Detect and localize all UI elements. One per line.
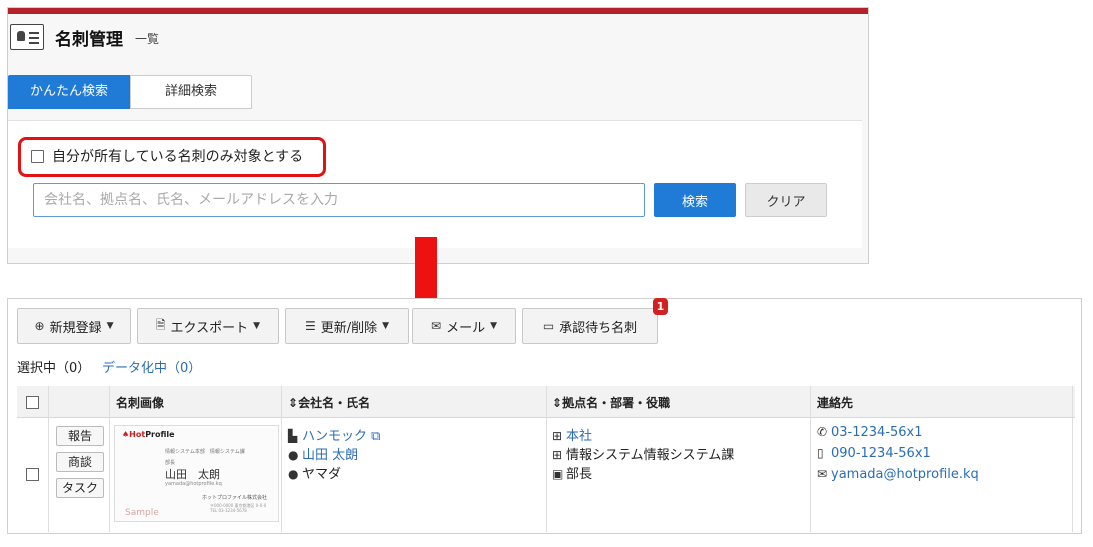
column-divider bbox=[810, 386, 811, 532]
update-delete-label: 更新/削除 bbox=[320, 320, 378, 336]
task-button[interactable]: タスク bbox=[56, 478, 104, 498]
business-card-icon bbox=[10, 24, 44, 50]
search-button[interactable]: 検索 bbox=[654, 183, 736, 217]
position-text: 部長 bbox=[566, 467, 593, 482]
phone-icon: ✆ bbox=[817, 425, 828, 439]
export-label: エクスポート bbox=[170, 320, 249, 336]
reading-text: ヤマダ bbox=[302, 467, 342, 482]
caret-down-icon: ▼ bbox=[382, 321, 390, 331]
card-logo-profile: Profile bbox=[145, 430, 175, 439]
column-divider bbox=[281, 386, 282, 532]
sort-icon: ⇕ bbox=[552, 396, 563, 410]
mail-button[interactable]: ✉ メール ▼ bbox=[412, 308, 516, 344]
report-button[interactable]: 報告 bbox=[56, 426, 104, 446]
business-card-icon: ▭ bbox=[542, 319, 555, 333]
person-name: 山田 太朗 bbox=[302, 448, 359, 463]
email-address: yamada@hotprofile.kq bbox=[831, 467, 979, 482]
phone-link[interactable]: ✆ 03-1234-56x1 bbox=[817, 425, 923, 440]
column-divider bbox=[109, 386, 110, 532]
user-icon: ● bbox=[288, 467, 299, 481]
select-all-checkbox[interactable] bbox=[26, 396, 39, 409]
person-reading: ● ヤマダ bbox=[288, 463, 341, 482]
card-name: 山田 太朗 bbox=[165, 468, 220, 481]
card-logo: ♠HotProfile bbox=[122, 430, 175, 439]
card-company: ホットプロファイル株式会社 bbox=[202, 495, 268, 501]
person-link[interactable]: ● 山田 太朗 bbox=[288, 444, 358, 463]
branch-link[interactable]: ⊞ 本社 bbox=[552, 425, 592, 444]
new-register-label: 新規登録 bbox=[49, 320, 102, 336]
selected-count: 選択中（0） bbox=[17, 361, 91, 376]
owner-only-label[interactable]: 自分が所有している名刺のみ対象とする bbox=[52, 146, 303, 166]
business-card-thumbnail[interactable]: ♠HotProfile 情報システム本部 情報システム課 部長 山田 太朗 ya… bbox=[114, 425, 279, 522]
caret-down-icon: ▼ bbox=[106, 321, 114, 331]
excel-file-icon: 🗎 bbox=[155, 317, 166, 332]
update-delete-button[interactable]: ☰ 更新/削除 ▼ bbox=[285, 308, 409, 344]
card-department: 情報システム本部 情報システム課 bbox=[165, 449, 245, 455]
brand-header-bar bbox=[8, 8, 868, 14]
export-button[interactable]: 🗎 エクスポート ▼ bbox=[137, 308, 279, 344]
column-divider bbox=[48, 386, 49, 532]
envelope-icon: ✉ bbox=[431, 319, 442, 333]
plus-circle-icon: ⊕ bbox=[34, 319, 45, 333]
external-link-icon: ⧉ bbox=[367, 429, 381, 444]
mobile-icon: ▯ bbox=[817, 446, 824, 460]
sample-watermark: Sample bbox=[125, 508, 159, 518]
card-address: 〒000-0000 東京都港区 0-0-0 TEL 03-1234-5678 bbox=[210, 503, 267, 513]
caret-down-icon: ▼ bbox=[253, 321, 261, 331]
new-register-button[interactable]: ⊕ 新規登録 ▼ bbox=[17, 308, 131, 344]
tab-simple-search[interactable]: かんたん検索 bbox=[8, 75, 130, 109]
pending-cards-label: 承認待ち名刺 bbox=[559, 320, 638, 336]
header-contact: 連絡先 bbox=[817, 396, 854, 410]
header-branch-label: 拠点名・部署・役職 bbox=[562, 396, 671, 410]
sort-icon: ⇕ bbox=[288, 396, 299, 410]
mobile-link[interactable]: ▯ 090-1234-56x1 bbox=[817, 446, 931, 461]
pending-cards-button[interactable]: ▭ 承認待ち名刺 bbox=[522, 308, 658, 344]
column-divider bbox=[1072, 386, 1073, 532]
header-card-image: 名刺画像 bbox=[116, 396, 165, 410]
list-icon: ☰ bbox=[304, 319, 316, 333]
phone-number: 03-1234-56x1 bbox=[831, 425, 923, 440]
row-checkbox[interactable] bbox=[26, 468, 39, 481]
email-link[interactable]: ✉ yamada@hotprofile.kq bbox=[817, 467, 979, 482]
branch-name: 本社 bbox=[566, 429, 593, 444]
column-divider bbox=[546, 386, 547, 532]
department-text: 情報システム情報システム課 bbox=[566, 448, 735, 463]
card-title: 部長 bbox=[165, 460, 176, 466]
id-card-icon: ▣ bbox=[552, 467, 564, 481]
mail-label: メール bbox=[446, 320, 486, 336]
card-email: yamada@hotprofile.kq bbox=[165, 481, 222, 487]
header-branch-sort[interactable]: ⇕拠点名・部署・役職 bbox=[552, 394, 670, 411]
card-logo-hot: Hot bbox=[129, 430, 146, 439]
pending-count-badge: 1 bbox=[653, 298, 668, 315]
position: ▣ 部長 bbox=[552, 463, 592, 482]
search-input[interactable] bbox=[33, 183, 645, 217]
digitizing-count-link[interactable]: データ化中（0） bbox=[102, 357, 201, 376]
owner-only-checkbox[interactable] bbox=[31, 150, 44, 163]
company-name: ハンモック bbox=[302, 429, 368, 444]
caret-down-icon: ▼ bbox=[490, 321, 497, 331]
sitemap-icon: ⊞ bbox=[552, 448, 563, 462]
sitemap-icon: ⊞ bbox=[552, 429, 563, 443]
envelope-icon: ✉ bbox=[817, 467, 828, 481]
company-link[interactable]: ▙ ハンモック ⧉ bbox=[288, 425, 380, 444]
header-company-label: 会社名・氏名 bbox=[298, 396, 371, 410]
user-icon: ● bbox=[288, 448, 299, 462]
deal-button[interactable]: 商談 bbox=[56, 452, 104, 472]
page-title: 名刺管理 bbox=[55, 30, 123, 50]
clear-button[interactable]: クリア bbox=[745, 183, 827, 217]
building-icon: ▙ bbox=[288, 429, 298, 443]
tab-advanced-search[interactable]: 詳細検索 bbox=[130, 75, 252, 109]
department: ⊞ 情報システム情報システム課 bbox=[552, 444, 734, 463]
page-subtitle: 一覧 bbox=[135, 32, 160, 46]
header-company-sort[interactable]: ⇕会社名・氏名 bbox=[288, 394, 370, 411]
mobile-number: 090-1234-56x1 bbox=[831, 446, 931, 461]
